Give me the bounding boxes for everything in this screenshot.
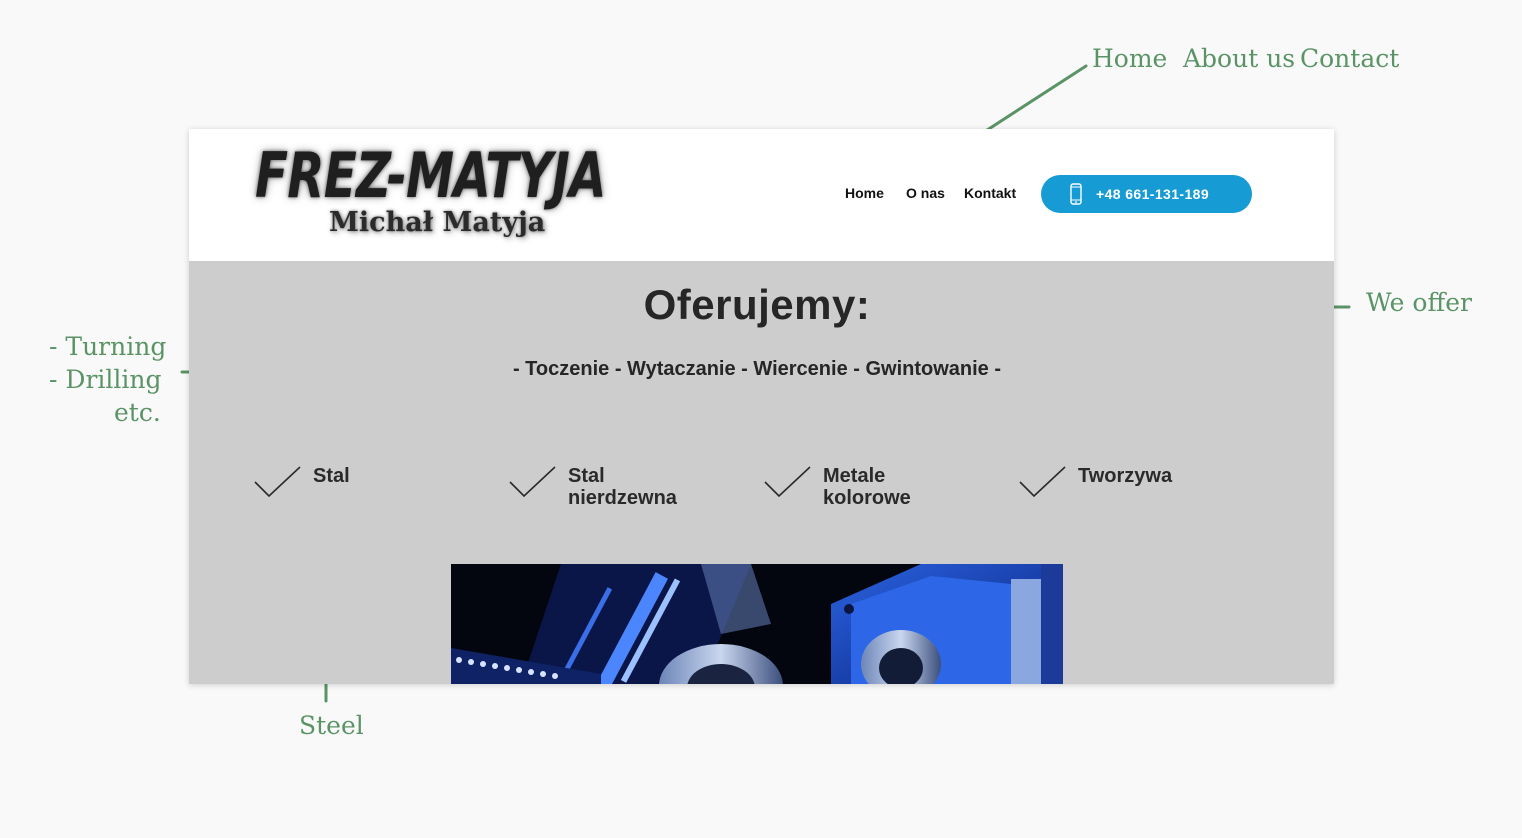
phone-button[interactable]: +48 661-131-189 bbox=[1041, 175, 1252, 213]
nav-home[interactable]: Home bbox=[845, 185, 884, 201]
material-label: Stal nierdzewna bbox=[568, 465, 677, 509]
checkmark-icon bbox=[509, 466, 556, 498]
annotation-steel: Steel bbox=[299, 711, 364, 740]
site-header: FREZ-MATYJA Michał Matyja Home O nas Kon… bbox=[189, 129, 1334, 261]
material-label: Metale kolorowe bbox=[823, 465, 911, 509]
annotation-we-offer: We offer bbox=[1366, 288, 1472, 317]
annotation-about-us: About us bbox=[1183, 44, 1296, 73]
annotation-turning: - Turning bbox=[49, 332, 167, 361]
logo[interactable]: FREZ-MATYJA Michał Matyja bbox=[255, 139, 606, 251]
checkmark-icon bbox=[1019, 466, 1066, 498]
material-label: Stal bbox=[313, 465, 350, 487]
material-label: Tworzywa bbox=[1078, 465, 1173, 487]
phone-icon bbox=[1070, 183, 1082, 205]
checkmark-icon bbox=[764, 466, 811, 498]
phone-number: +48 661-131-189 bbox=[1096, 186, 1210, 202]
offer-title: Oferujemy: bbox=[643, 281, 871, 328]
cnc-machine-photo bbox=[451, 564, 1063, 684]
services-list: - Toczenie - Wytaczanie - Wiercenie - Gw… bbox=[512, 358, 1002, 380]
annotation-contact: Contact bbox=[1300, 44, 1400, 73]
annotation-home: Home bbox=[1092, 44, 1168, 73]
logo-main-text: FREZ-MATYJA bbox=[255, 139, 606, 212]
checkmark-icon bbox=[254, 466, 301, 498]
annotation-etc: etc. bbox=[114, 398, 161, 427]
nav-about[interactable]: O nas bbox=[906, 185, 945, 201]
annotation-drilling: - Drilling bbox=[49, 365, 162, 394]
website-mockup: FREZ-MATYJA Michał Matyja Home O nas Kon… bbox=[189, 129, 1334, 684]
machine-illustration bbox=[451, 564, 1063, 684]
logo-sub-text: Michał Matyja bbox=[329, 207, 546, 238]
nav-contact[interactable]: Kontakt bbox=[964, 185, 1016, 201]
